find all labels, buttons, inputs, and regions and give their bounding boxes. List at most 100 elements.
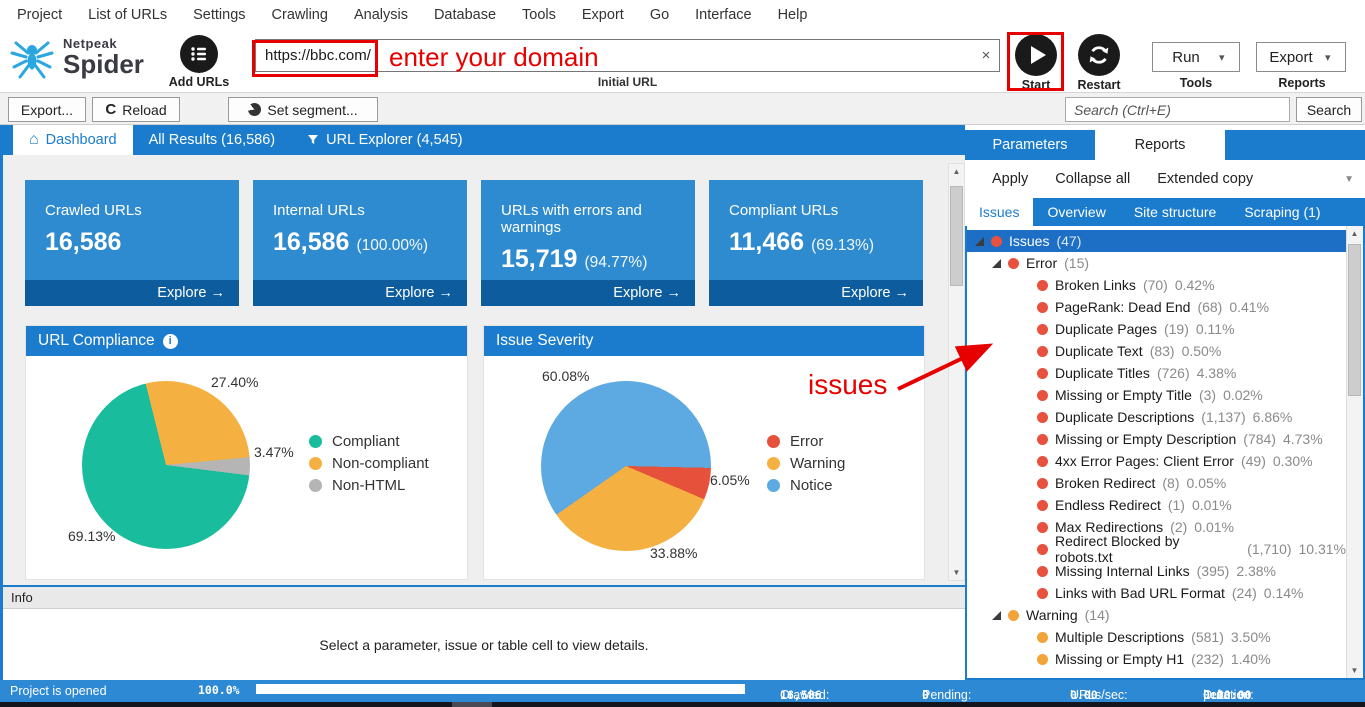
menu-item[interactable]: Interface xyxy=(682,7,764,23)
expander-icon[interactable] xyxy=(975,237,984,246)
start-button[interactable]: Start xyxy=(1011,34,1061,92)
issue-label: Duplicate Text xyxy=(1055,343,1143,359)
issue-row[interactable]: Error (15) xyxy=(967,252,1346,274)
legend-item: Compliant xyxy=(309,430,429,452)
menu-item[interactable]: Export xyxy=(569,7,637,23)
url-compliance-pie[interactable] xyxy=(82,381,250,549)
expander-icon[interactable] xyxy=(992,611,1001,620)
menu-item[interactable]: Database xyxy=(421,7,509,23)
scroll-down-icon[interactable]: ▼ xyxy=(949,565,964,580)
reports-action[interactable]: Apply xyxy=(992,171,1028,187)
menu-item[interactable]: Crawling xyxy=(259,7,341,23)
issue-percent: 4.73% xyxy=(1283,431,1323,447)
set-segment-button[interactable]: Set segment... xyxy=(228,97,378,122)
dashboard: Crawled URLs 16,586 Explore → Internal U… xyxy=(3,155,965,585)
search-button[interactable]: Search xyxy=(1296,97,1362,122)
issue-count: (784) xyxy=(1243,431,1276,447)
chart-title: URL Compliance xyxy=(38,332,155,350)
result-tab[interactable]: All Results (16,586) xyxy=(133,125,292,155)
issue-count: (581) xyxy=(1191,629,1224,645)
issue-label: Warning xyxy=(1026,607,1078,623)
severity-dot-icon xyxy=(1037,346,1048,357)
reports-actions: Apply Collapse all Extended copy ▼ xyxy=(965,160,1365,198)
issue-row[interactable]: Redirect Blocked by robots.txt (1,710) 1… xyxy=(967,538,1346,560)
dashboard-scrollbar[interactable]: ▲ ▼ xyxy=(948,163,965,581)
issue-row[interactable]: Broken Links (70) 0.42% xyxy=(967,274,1346,296)
issue-row[interactable]: Issues (47) xyxy=(967,230,1346,252)
initial-url-input[interactable] xyxy=(256,47,973,64)
reports-subtab[interactable]: Scraping (1) xyxy=(1230,198,1334,226)
severity-dot-icon xyxy=(1037,478,1048,489)
legend-label: Non-HTML xyxy=(332,477,405,494)
issue-count: (726) xyxy=(1157,365,1190,381)
spider-logo-icon xyxy=(8,33,56,81)
reports-subtab[interactable]: Overview xyxy=(1033,198,1119,226)
clear-url-icon[interactable]: × xyxy=(973,47,999,64)
menu-item[interactable]: List of URLs xyxy=(75,7,180,23)
menu-item[interactable]: Settings xyxy=(180,7,258,23)
explore-button[interactable]: Explore → xyxy=(481,280,695,306)
info-icon[interactable]: i xyxy=(163,334,178,349)
result-tab[interactable]: URL Explorer (4,545) xyxy=(291,125,478,155)
pie-value-label: 27.40% xyxy=(211,374,258,390)
reload-button[interactable]: C Reload xyxy=(92,97,180,122)
issue-count: (232) xyxy=(1191,651,1224,667)
explore-button[interactable]: Explore → xyxy=(709,280,923,306)
issue-row[interactable]: Links with Bad URL Format (24) 0.14% xyxy=(967,582,1346,604)
expander-icon[interactable] xyxy=(992,259,1001,268)
main-toolbar: Netpeak Spider Add URLs × Initial URL St… xyxy=(0,30,1365,93)
issue-row[interactable]: Missing or Empty H1 (232) 1.40% xyxy=(967,648,1346,670)
issue-row[interactable]: Missing or Empty Description (784) 4.73% xyxy=(967,428,1346,450)
reports-action[interactable]: Collapse all xyxy=(1055,171,1130,187)
issue-severity-pie[interactable] xyxy=(541,381,711,551)
export-results-label: Export... xyxy=(21,102,73,118)
tab-label: All Results (16,586) xyxy=(149,132,276,148)
issue-count: (8) xyxy=(1162,475,1179,491)
reports-subtab[interactable]: Issues xyxy=(965,198,1033,226)
run-dropdown[interactable]: Run ▾ xyxy=(1152,42,1240,72)
export-dropdown[interactable]: Export ▾ xyxy=(1256,42,1346,72)
panel-tab[interactable]: Reports xyxy=(1095,130,1225,160)
explore-button[interactable]: Explore → xyxy=(253,280,467,306)
result-tab[interactable]: ⌂ Dashboard xyxy=(13,125,133,155)
issue-row[interactable]: 4xx Error Pages: Client Error (49) 0.30% xyxy=(967,450,1346,472)
search-input[interactable] xyxy=(1065,97,1290,122)
scroll-up-icon[interactable]: ▲ xyxy=(949,164,964,179)
issue-row[interactable]: Duplicate Descriptions (1,137) 6.86% xyxy=(967,406,1346,428)
issue-row[interactable]: Missing or Empty Title (3) 0.02% xyxy=(967,384,1346,406)
pie-value-label: 6.05% xyxy=(710,472,750,488)
url-compliance-panel: URL Compliance i 27.40% 3.47% 69.13% Com… xyxy=(25,325,468,580)
issue-percent: 0.50% xyxy=(1182,343,1222,359)
menu-item[interactable]: Tools xyxy=(509,7,569,23)
explore-button[interactable]: Explore → xyxy=(25,280,239,306)
issue-row[interactable]: PageRank: Dead End (68) 0.41% xyxy=(967,296,1346,318)
issue-row[interactable]: Endless Redirect (1) 0.01% xyxy=(967,494,1346,516)
issue-count: (24) xyxy=(1232,585,1257,601)
restart-button[interactable]: Restart xyxy=(1072,34,1126,92)
issue-row[interactable]: Broken Redirect (8) 0.05% xyxy=(967,472,1346,494)
restart-label: Restart xyxy=(1072,78,1126,92)
issue-percent: 0.14% xyxy=(1264,585,1304,601)
issue-row[interactable]: Duplicate Pages (19) 0.11% xyxy=(967,318,1346,340)
menu-item[interactable]: Project xyxy=(4,7,75,23)
reports-action[interactable]: Extended copy xyxy=(1157,171,1253,187)
export-results-button[interactable]: Export... xyxy=(8,97,86,122)
issue-row[interactable]: Multiple Descriptions (581) 3.50% xyxy=(967,626,1346,648)
reports-subtab[interactable]: Site structure xyxy=(1120,198,1230,226)
panel-tab[interactable]: Parameters xyxy=(965,130,1095,160)
scroll-thumb[interactable] xyxy=(950,186,963,286)
add-urls-button[interactable]: Add URLs xyxy=(166,35,232,89)
scroll-thumb[interactable] xyxy=(1348,244,1361,396)
menu-item[interactable]: Analysis xyxy=(341,7,421,23)
menu-item[interactable]: Go xyxy=(637,7,682,23)
issues-scrollbar[interactable]: ▲ ▼ xyxy=(1346,226,1363,678)
scroll-down-icon[interactable]: ▼ xyxy=(1347,663,1362,678)
menu-item[interactable]: Help xyxy=(765,7,821,23)
panel-menu-icon[interactable]: ▼ xyxy=(1344,174,1354,185)
scroll-up-icon[interactable]: ▲ xyxy=(1347,226,1362,241)
issue-row[interactable]: Duplicate Titles (726) 4.38% xyxy=(967,362,1346,384)
issue-row[interactable]: Missing Internal Links (395) 2.38% xyxy=(967,560,1346,582)
bottom-edge-segment xyxy=(452,702,492,707)
issue-row[interactable]: Duplicate Text (83) 0.50% xyxy=(967,340,1346,362)
issue-row[interactable]: Warning (14) xyxy=(967,604,1346,626)
